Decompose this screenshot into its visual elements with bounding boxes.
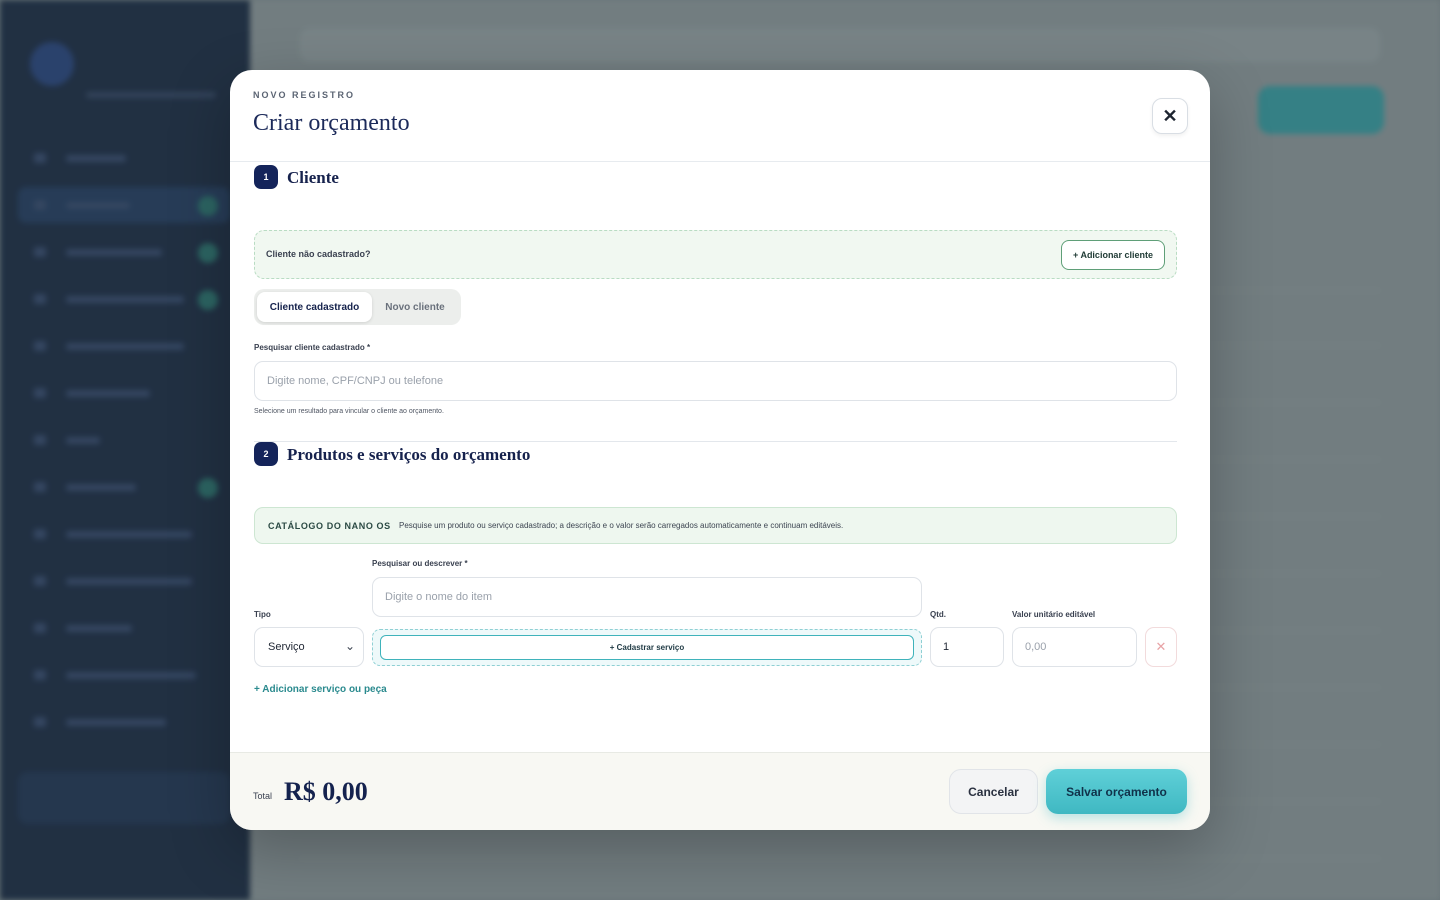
- unit-value-label: Valor unitário editável: [1012, 610, 1096, 619]
- tab-new-client[interactable]: Novo cliente: [372, 292, 458, 322]
- client-type-toggle: Cliente cadastrado Novo cliente: [254, 289, 461, 325]
- step-badge-1: 1: [254, 165, 278, 189]
- unregistered-client-notice: Cliente não cadastrado? + Adicionar clie…: [254, 230, 1177, 279]
- type-select[interactable]: Serviço ⌄: [254, 627, 364, 667]
- client-search-hint: Selecione um resultado para vincular o c…: [254, 408, 444, 415]
- modal-header: NOVO REGISTRO Criar orçamento ✕: [230, 70, 1210, 162]
- total-value: R$ 0,00: [284, 777, 368, 806]
- chevron-down-icon: ⌄: [344, 639, 355, 653]
- close-icon: ✕: [1155, 639, 1167, 654]
- add-client-button[interactable]: + Adicionar cliente: [1061, 240, 1165, 270]
- modal-footer: Total R$ 0,00 Cancelar Salvar orçamento: [230, 752, 1210, 830]
- unit-value-input[interactable]: 0,00: [1012, 627, 1137, 667]
- section-title-client: Cliente: [287, 168, 339, 187]
- step-badge-2: 2: [254, 442, 278, 466]
- cancel-button[interactable]: Cancelar: [949, 769, 1038, 814]
- type-label: Tipo: [254, 610, 271, 619]
- catalog-description: Pesquise um produto ou serviço cadastrad…: [399, 521, 844, 530]
- qty-label: Qtd.: [930, 610, 946, 619]
- modal-eyebrow: NOVO REGISTRO: [253, 90, 356, 100]
- section-title-items: Produtos e serviços do orçamento: [287, 445, 531, 464]
- close-button[interactable]: ✕: [1152, 98, 1188, 134]
- item-search-input[interactable]: Digite o nome do item: [372, 577, 922, 617]
- remove-item-button[interactable]: ✕: [1145, 627, 1177, 667]
- total-label: Total: [253, 791, 273, 801]
- add-item-link[interactable]: + Adicionar serviço ou peça: [254, 684, 387, 695]
- register-service-button[interactable]: + Cadastrar serviço: [380, 635, 914, 660]
- type-select-value: Serviço: [268, 641, 305, 653]
- register-service-area: + Cadastrar serviço: [372, 629, 922, 666]
- client-search-input[interactable]: Digite nome, CPF/CNPJ ou telefone: [254, 361, 1177, 401]
- section-divider: [254, 441, 1177, 442]
- modal-title: Criar orçamento: [253, 110, 410, 136]
- create-quote-modal: NOVO REGISTRO Criar orçamento ✕ 1 Client…: [230, 70, 1210, 830]
- notice-text: Cliente não cadastrado?: [266, 249, 371, 259]
- qty-input[interactable]: 1: [930, 627, 1004, 667]
- item-search-label: Pesquisar ou descrever *: [372, 559, 468, 568]
- save-quote-button[interactable]: Salvar orçamento: [1046, 769, 1187, 814]
- close-icon: ✕: [1162, 105, 1178, 126]
- tab-registered-client[interactable]: Cliente cadastrado: [257, 292, 372, 322]
- catalog-info-banner: CATÁLOGO DO NANO OS Pesquise um produto …: [254, 507, 1177, 544]
- client-search-label: Pesquisar cliente cadastrado *: [254, 343, 371, 352]
- catalog-tag: CATÁLOGO DO NANO OS: [268, 521, 391, 531]
